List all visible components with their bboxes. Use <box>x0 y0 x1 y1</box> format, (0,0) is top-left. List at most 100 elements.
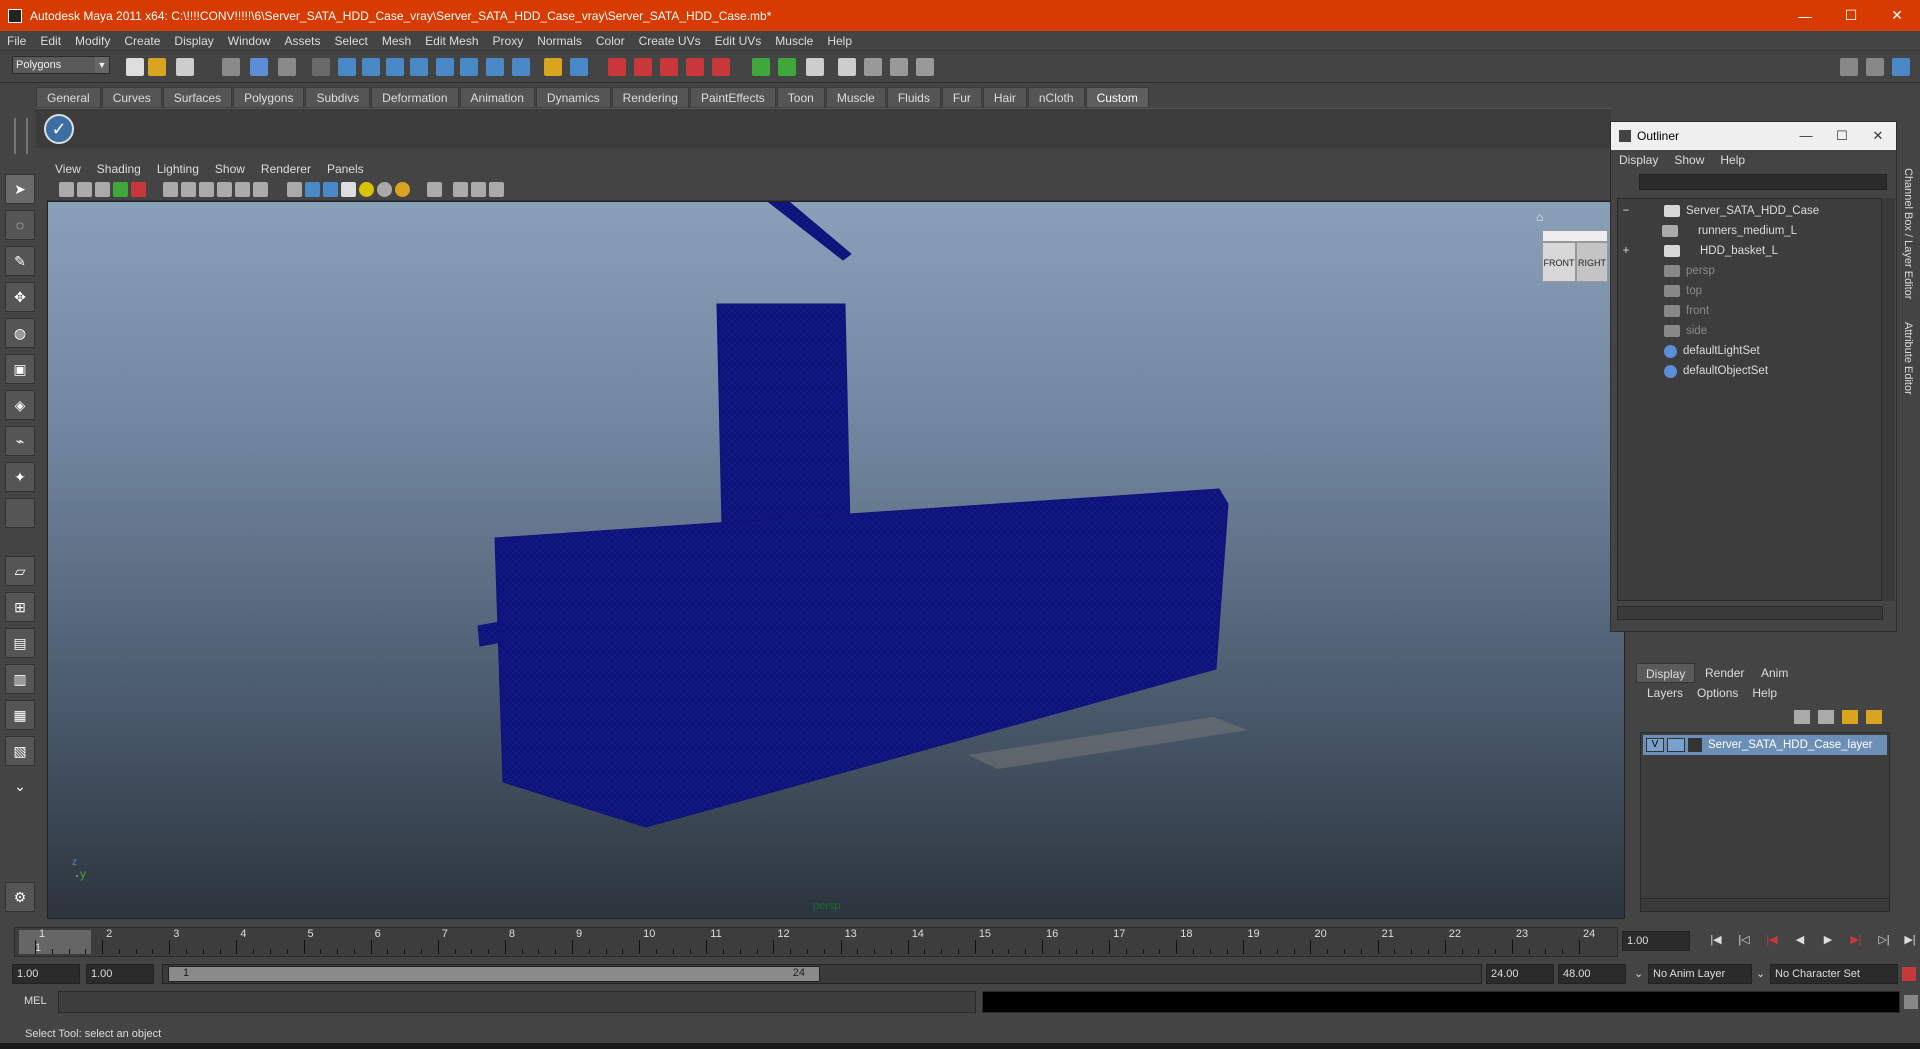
outliner-item[interactable]: runners_medium_L <box>1618 221 1878 241</box>
shelf-tab-animation[interactable]: Animation <box>459 87 535 107</box>
layer-color-swatch[interactable] <box>1688 738 1702 752</box>
time-slider[interactable]: 1 1 2 3 4 5 6 7 8 9 10 11 12 13 14 15 16 17 18 19 20 21 22 23 2… <box>14 927 1618 957</box>
output-connections-icon[interactable] <box>778 58 796 76</box>
outliner-minimize-button[interactable]: — <box>1788 122 1824 150</box>
universal-manipulator-icon[interactable]: ◈ <box>5 390 35 420</box>
playback-end-field[interactable]: 24.00 <box>1486 964 1554 984</box>
viewcube-right-face[interactable]: RIGHT <box>1576 242 1608 282</box>
snap-toggle-icon[interactable]: ⚙ <box>5 882 35 912</box>
viewcube-front-face[interactable]: FRONT <box>1542 242 1576 282</box>
input-connections-icon[interactable] <box>752 58 770 76</box>
shelf-tab-custom[interactable]: Custom <box>1085 87 1149 107</box>
lock-selection-icon[interactable] <box>312 58 330 76</box>
menu-proxy[interactable]: Proxy <box>486 34 531 48</box>
frame-all-icon[interactable] <box>453 182 468 197</box>
maximize-button[interactable]: ☐ <box>1828 0 1874 31</box>
shelf-tab-dynamics[interactable]: Dynamics <box>535 87 611 107</box>
show-manipulator-icon[interactable]: ✦ <box>5 462 35 492</box>
menu-edit-mesh[interactable]: Edit Mesh <box>418 34 485 48</box>
shelf-options-handle[interactable] <box>14 118 28 154</box>
step-forward-frame-icon[interactable]: ▷| <box>1874 933 1894 949</box>
outliner-filter-input[interactable] <box>1639 174 1887 190</box>
minimize-button[interactable]: — <box>1782 0 1828 31</box>
panel-menu-panels[interactable]: Panels <box>319 162 372 176</box>
layer-row[interactable]: V Server_SATA_HDD_Case_layer <box>1643 735 1887 755</box>
last-tool-icon[interactable] <box>5 498 35 528</box>
paint-select-tool-icon[interactable]: ✎ <box>5 246 35 276</box>
share-icon[interactable] <box>489 182 504 197</box>
shelf-tab-muscle[interactable]: Muscle <box>825 87 886 107</box>
shelf-tab-fluids[interactable]: Fluids <box>886 87 941 107</box>
textured-cube-icon[interactable] <box>323 182 338 197</box>
move-tool-icon[interactable]: ✥ <box>5 282 35 312</box>
four-view-layout-icon[interactable]: ⊞ <box>5 592 35 622</box>
menu-set-dropdown[interactable]: Polygons ▼ <box>12 56 110 74</box>
persp-outliner-layout-icon[interactable]: ▤ <box>5 628 35 658</box>
render-view-icon[interactable] <box>838 58 856 76</box>
shelf-tab-ncloth[interactable]: nCloth <box>1027 87 1085 107</box>
current-time-marker[interactable] <box>19 930 91 954</box>
layout-options-icon[interactable]: ⌄ <box>5 772 35 802</box>
panel-menu-shading[interactable]: Shading <box>89 162 149 176</box>
texture-icon[interactable] <box>235 182 250 197</box>
shelf-tab-subdivs[interactable]: Subdivs <box>305 87 371 107</box>
channel-box-tab[interactable]: Channel Box / Layer Editor <box>1902 168 1914 299</box>
attribute-editor-toggle-icon[interactable] <box>1840 58 1858 76</box>
shelf-tab-fur[interactable]: Fur <box>941 87 982 107</box>
play-backwards-icon[interactable]: ◀ <box>1790 933 1810 949</box>
attribute-editor-tab[interactable]: Attribute Editor <box>1902 322 1914 395</box>
hypershade-layout-icon[interactable]: ▦ <box>5 700 35 730</box>
outliner-menu-display[interactable]: Display <box>1611 153 1666 167</box>
lasso-tool-icon[interactable]: ◌ <box>5 210 35 240</box>
playback-start-field[interactable]: 1.00 <box>86 964 154 984</box>
create-layer-from-selection-icon[interactable] <box>1818 710 1834 724</box>
go-to-end-icon[interactable]: ▶| <box>1900 933 1920 949</box>
menu-normals[interactable]: Normals <box>530 34 589 48</box>
outliner-item[interactable]: + HDD_basket_L <box>1618 241 1878 261</box>
select-handle-icon[interactable] <box>338 58 356 76</box>
image-plane-icon[interactable] <box>113 182 128 197</box>
step-forward-key-icon[interactable]: ▶| <box>1846 933 1866 949</box>
select-curve-icon[interactable] <box>386 58 404 76</box>
panel-menu-view[interactable]: View <box>47 162 89 176</box>
select-misc-icon[interactable] <box>512 58 530 76</box>
outliner-item[interactable]: defaultLightSet <box>1618 341 1878 361</box>
select-hierarchy-icon[interactable] <box>222 58 240 76</box>
outliner-menu-help[interactable]: Help <box>1712 153 1753 167</box>
layer-menu-layers[interactable]: Layers <box>1640 686 1690 700</box>
persp-graph-layout-icon[interactable]: ▥ <box>5 664 35 694</box>
anim-layer-field[interactable]: No Anim Layer <box>1648 964 1752 984</box>
view-cube[interactable]: FRONT RIGHT ⌂ <box>1536 210 1610 282</box>
shelf-tab-hair[interactable]: Hair <box>982 87 1027 107</box>
outliner-item[interactable]: side <box>1618 321 1878 341</box>
command-input[interactable] <box>58 991 976 1013</box>
channel-box-toggle-icon[interactable] <box>1892 58 1910 76</box>
snap-plane-icon[interactable] <box>686 58 704 76</box>
persp-graph-hypergraph-layout-icon[interactable]: ▧ <box>5 736 35 766</box>
menu-muscle[interactable]: Muscle <box>768 34 820 48</box>
open-scene-icon[interactable] <box>148 58 166 76</box>
layer-tab-render[interactable]: Render <box>1696 663 1753 683</box>
checkmark-icon[interactable]: ✓ <box>44 114 74 144</box>
outliner-item[interactable]: persp <box>1618 261 1878 281</box>
range-slider-handle[interactable]: 1 24 <box>168 966 820 982</box>
render-current-frame-icon[interactable] <box>864 58 882 76</box>
select-joint-icon[interactable] <box>362 58 380 76</box>
select-dynamic-icon[interactable] <box>460 58 478 76</box>
panel-menu-show[interactable]: Show <box>207 162 253 176</box>
select-deformer-icon[interactable] <box>436 58 454 76</box>
select-component-icon[interactable] <box>278 58 296 76</box>
current-time-field[interactable]: 1.00 <box>1622 931 1690 951</box>
select-camera-icon[interactable] <box>427 182 442 197</box>
all-lights-icon[interactable] <box>377 182 392 197</box>
shelf-tab-painteffects[interactable]: PaintEffects <box>689 87 776 107</box>
camera-attributes-icon[interactable] <box>77 182 92 197</box>
snap-live-icon[interactable] <box>712 58 730 76</box>
layer-menu-options[interactable]: Options <box>1690 686 1745 700</box>
render-settings-icon[interactable] <box>916 58 934 76</box>
camera-select-icon[interactable] <box>59 182 74 197</box>
perspective-viewport[interactable]: FRONT RIGHT ⌂ z y persp <box>47 201 1625 919</box>
outliner-close-button[interactable]: ✕ <box>1860 122 1896 150</box>
new-layer-selected-icon[interactable] <box>1866 710 1882 724</box>
outliner-maximize-button[interactable]: ☐ <box>1824 122 1860 150</box>
